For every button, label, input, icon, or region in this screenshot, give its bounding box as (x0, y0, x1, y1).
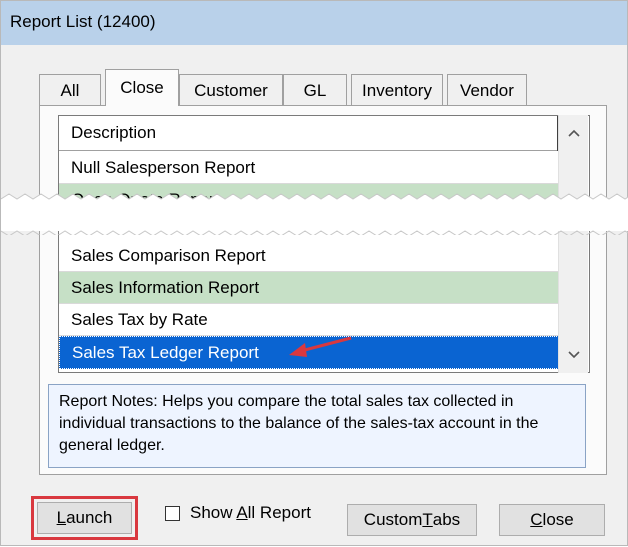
annotation-arrow-icon (289, 336, 352, 357)
report-list-window: Report List (12400) All Close Customer G… (0, 0, 628, 546)
